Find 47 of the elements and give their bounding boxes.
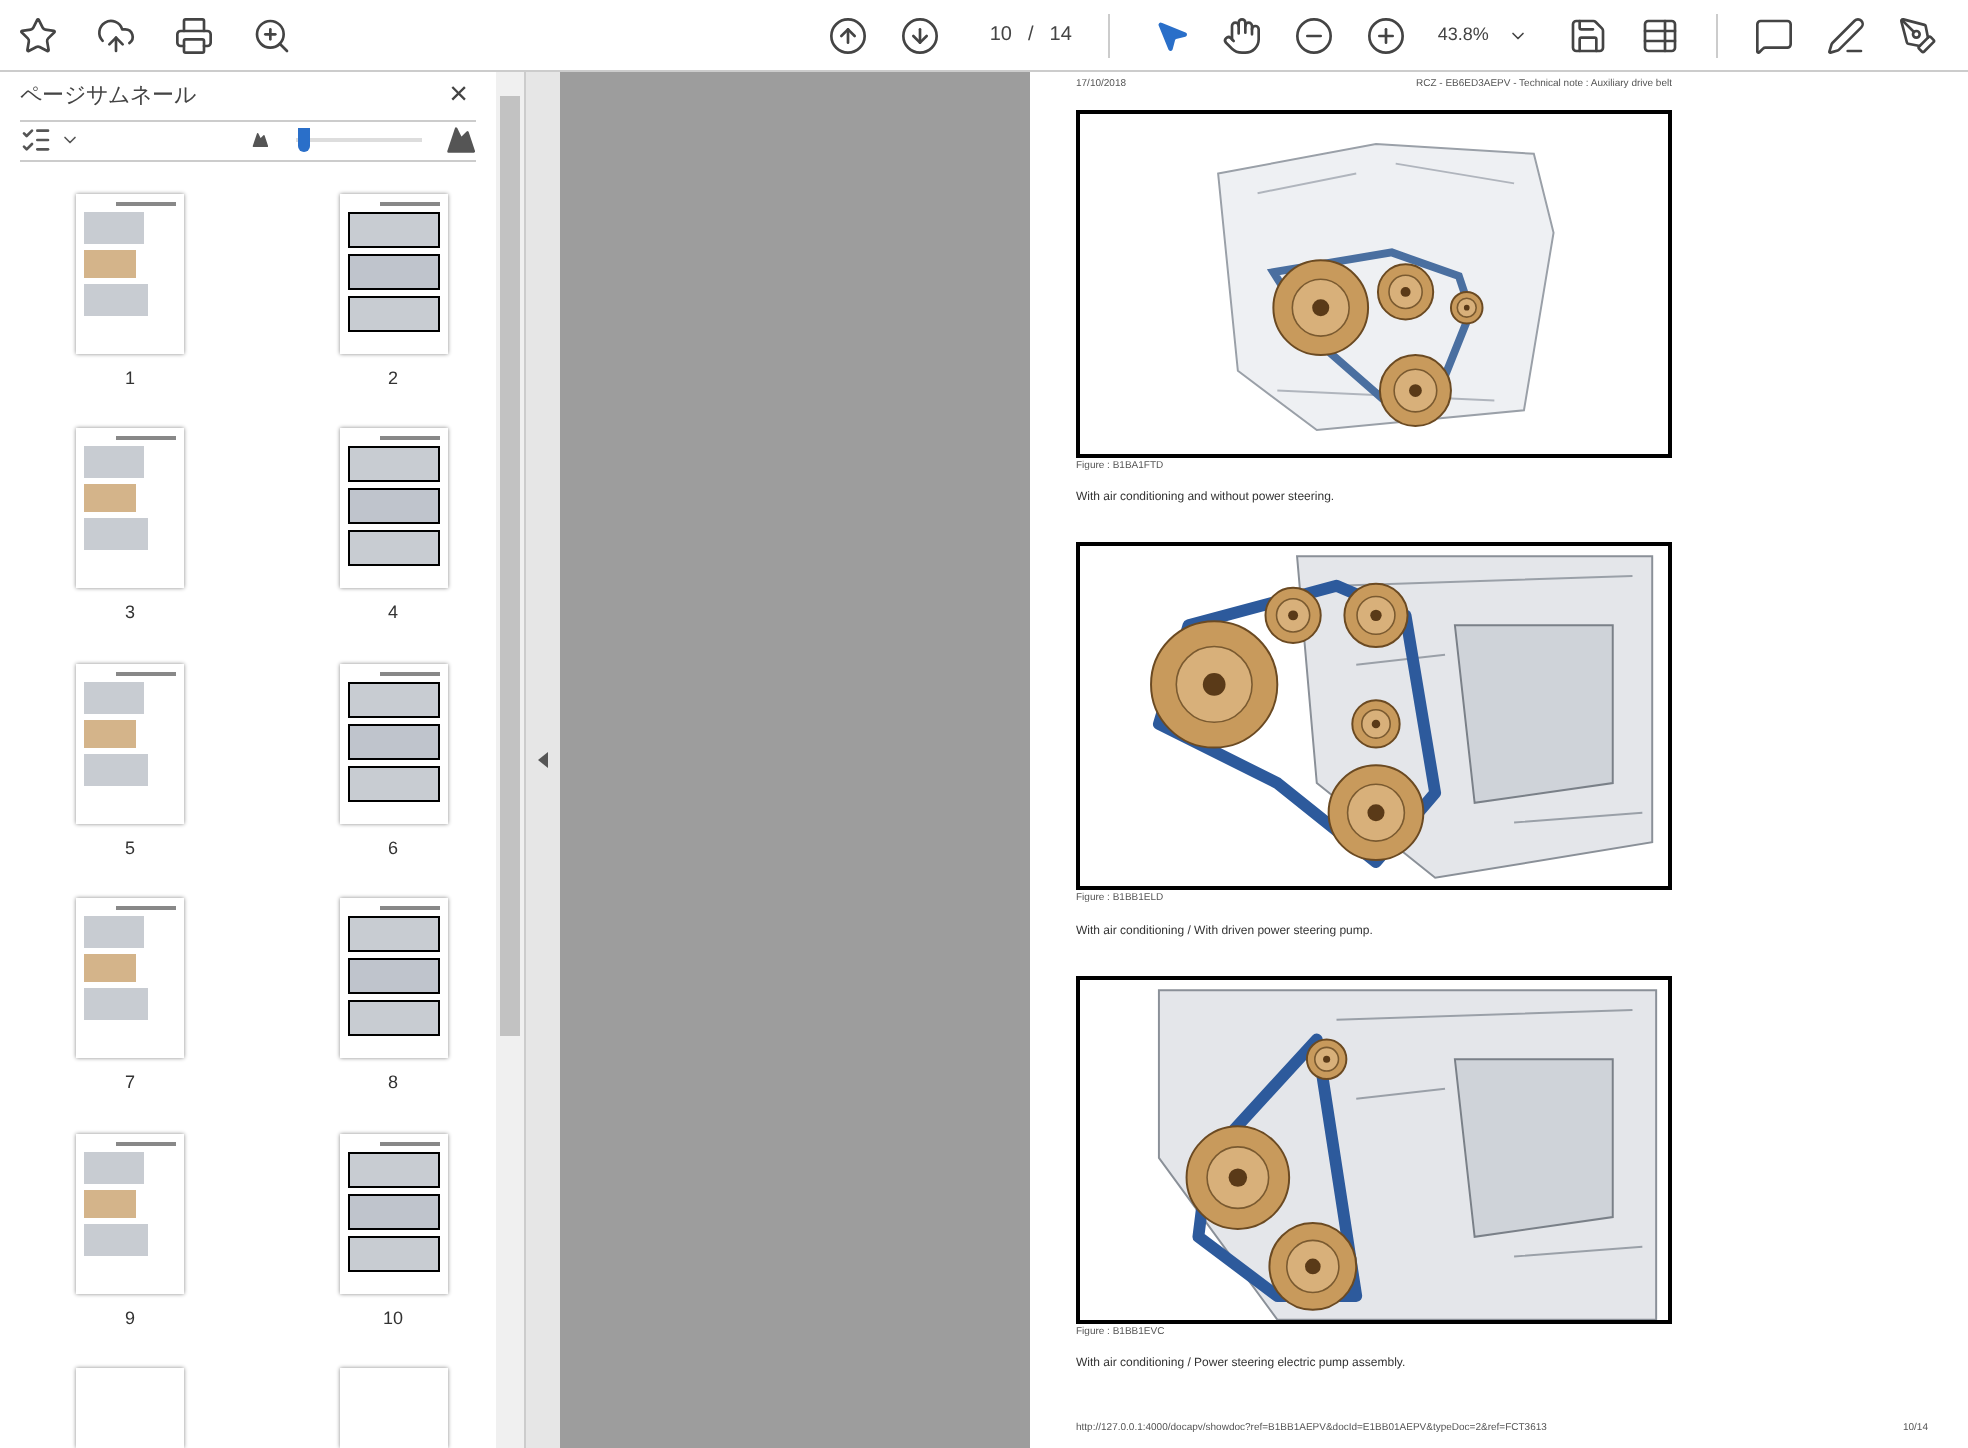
page-thumbnail[interactable] — [339, 428, 447, 588]
tensioner-pulley — [1351, 699, 1401, 749]
page-number: 4 — [387, 600, 398, 626]
tensioner-pulley — [1449, 289, 1484, 324]
page-number: 3 — [124, 600, 135, 626]
page-thumbnail[interactable] — [339, 898, 447, 1058]
page-thumbnail[interactable] — [76, 193, 184, 353]
page-separator: / — [1028, 22, 1034, 50]
crank-pulley — [1272, 258, 1370, 355]
page-thumbnail[interactable] — [339, 1133, 447, 1293]
idler-pulley — [1264, 586, 1322, 644]
idler-pulley — [1376, 262, 1435, 320]
page-thumbnail[interactable] — [76, 663, 184, 823]
page-number: 5 — [124, 835, 135, 861]
compressor-pulley — [1378, 353, 1452, 427]
page-thumbnail[interactable] — [76, 1368, 184, 1448]
idler-pulley — [1305, 1037, 1348, 1079]
page-thumbnail[interactable] — [339, 193, 447, 353]
collapse-arrow-icon[interactable] — [538, 752, 548, 768]
crank-pulley — [1150, 620, 1279, 749]
page-number: 6 — [387, 835, 398, 861]
thumbnail-size-slider[interactable] — [296, 128, 422, 153]
close-button[interactable]: × — [441, 72, 476, 120]
page-thumbnail[interactable] — [76, 898, 184, 1058]
page-thumbnail[interactable] — [339, 663, 447, 823]
page-number: 1 — [124, 365, 135, 391]
page-thumbnail[interactable] — [76, 1133, 184, 1293]
compressor-pulley — [1327, 764, 1425, 862]
panel-title: ページサムネール — [20, 81, 196, 112]
alternator-pulley — [1343, 582, 1409, 648]
zoom-dropdown[interactable]: 43.8% — [1429, 21, 1537, 49]
page-number: 8 — [387, 1070, 398, 1096]
current-page[interactable]: 10 — [964, 20, 1012, 50]
small-mountain-icon — [252, 130, 269, 151]
list-icon — [20, 124, 52, 157]
page-thumbnail[interactable] — [76, 428, 184, 588]
page-number: 10 — [382, 1305, 403, 1331]
page-thumbnail[interactable] — [339, 1368, 447, 1448]
compressor-pulley — [1268, 1221, 1358, 1310]
page-number: 2 — [387, 365, 398, 391]
page-number: 7 — [124, 1070, 135, 1096]
page-total: 14 — [1049, 22, 1072, 50]
options-menu-button[interactable] — [20, 124, 80, 157]
scrollbar[interactable] — [496, 72, 524, 1448]
page-number: 9 — [124, 1305, 135, 1331]
large-mountain-icon — [445, 122, 476, 159]
crank-pulley — [1185, 1124, 1291, 1229]
